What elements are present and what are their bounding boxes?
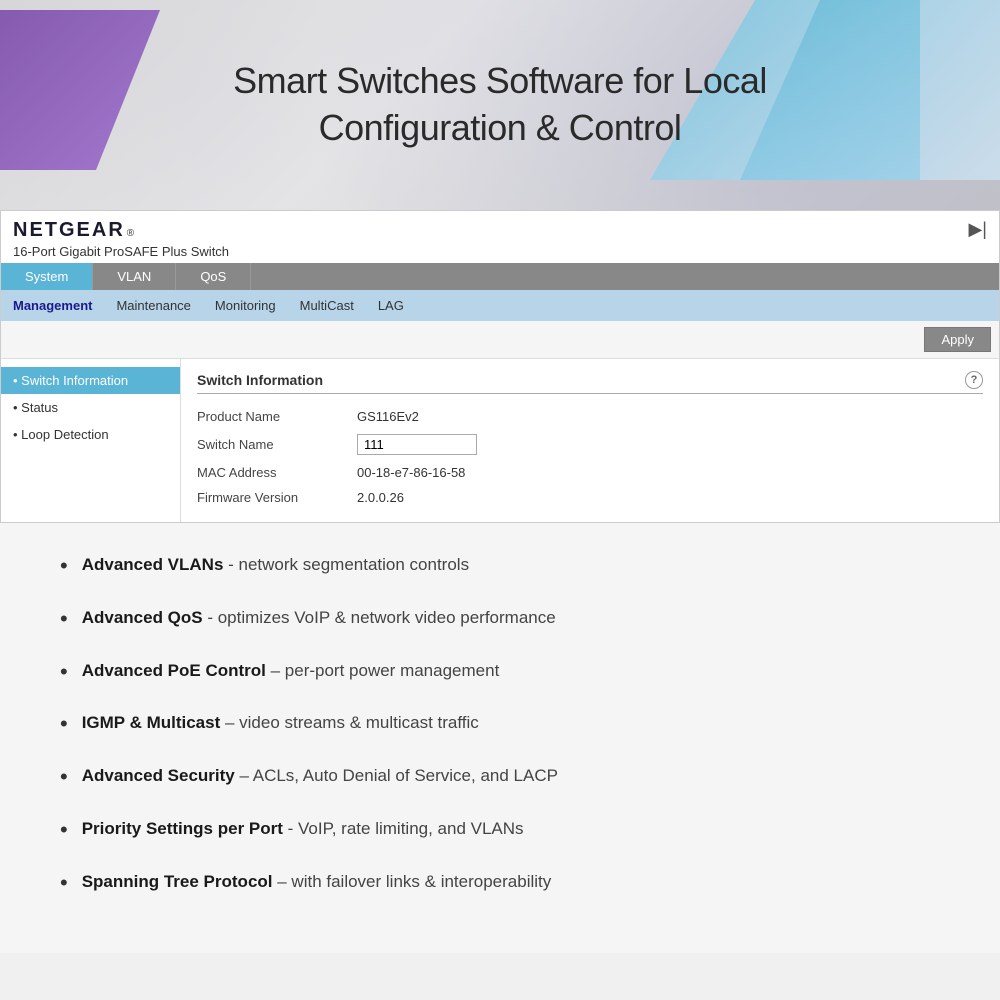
sidebar-item-status[interactable]: Status xyxy=(1,394,180,421)
apply-row: Apply xyxy=(1,321,999,359)
feature-text-0: Advanced VLANs - network segmentation co… xyxy=(82,553,469,577)
feature-bullet-6: • xyxy=(60,868,68,899)
sub-nav-lag[interactable]: LAG xyxy=(366,294,416,317)
sub-nav-maintenance[interactable]: Maintenance xyxy=(104,294,202,317)
mac-address-value: 00-18-e7-86-16-58 xyxy=(357,465,465,480)
nav-tabs: System VLAN QoS xyxy=(1,263,999,290)
feature-text-4: Advanced Security – ACLs, Auto Denial of… xyxy=(82,764,558,788)
left-sidebar: Switch Information Status Loop Detection xyxy=(1,359,181,522)
firmware-version-value: 2.0.0.26 xyxy=(357,490,404,505)
feature-text-6: Spanning Tree Protocol – with failover l… xyxy=(82,870,552,894)
switch-name-label: Switch Name xyxy=(197,437,357,452)
switch-name-input[interactable] xyxy=(357,434,477,455)
feature-bullet-5: • xyxy=(60,815,68,846)
banner-title: Smart Switches Software for Local Config… xyxy=(233,58,767,152)
feature-bullet-3: • xyxy=(60,709,68,740)
netgear-header: NETGEAR® 16-Port Gigabit ProSAFE Plus Sw… xyxy=(1,211,999,263)
top-banner: Smart Switches Software for Local Config… xyxy=(0,0,1000,210)
sub-nav: Management Maintenance Monitoring MultiC… xyxy=(1,290,999,321)
feature-bullet-1: • xyxy=(60,604,68,635)
feature-bullet-0: • xyxy=(60,551,68,582)
nav-tab-vlan[interactable]: VLAN xyxy=(93,263,176,290)
content-area: Switch Information Status Loop Detection… xyxy=(1,359,999,522)
logo-text: NETGEAR xyxy=(13,219,125,242)
feature-item-3: • IGMP & Multicast – video streams & mult… xyxy=(60,711,940,740)
nav-tab-qos[interactable]: QoS xyxy=(176,263,251,290)
nav-tab-spacer xyxy=(251,263,999,290)
info-row-mac-address: MAC Address 00-18-e7-86-16-58 xyxy=(197,460,983,485)
ui-screenshot-area: NETGEAR® 16-Port Gigabit ProSAFE Plus Sw… xyxy=(0,210,1000,523)
help-icon[interactable]: ? xyxy=(965,371,983,389)
logout-icon[interactable]: ▶| xyxy=(968,219,987,240)
sub-nav-monitoring[interactable]: Monitoring xyxy=(203,294,288,317)
sidebar-item-switch-information[interactable]: Switch Information xyxy=(1,367,180,394)
apply-button[interactable]: Apply xyxy=(924,327,991,352)
sidebar-item-loop-detection[interactable]: Loop Detection xyxy=(1,421,180,448)
product-name-label: Product Name xyxy=(197,409,357,424)
feature-item-5: • Priority Settings per Port - VoIP, rate… xyxy=(60,817,940,846)
nav-tab-system[interactable]: System xyxy=(1,263,93,290)
sub-nav-management[interactable]: Management xyxy=(1,294,104,317)
feature-bullet-4: • xyxy=(60,762,68,793)
device-name: 16-Port Gigabit ProSAFE Plus Switch xyxy=(13,244,229,259)
info-table: Product Name GS116Ev2 Switch Name MAC Ad… xyxy=(197,404,983,510)
info-row-product-name: Product Name GS116Ev2 xyxy=(197,404,983,429)
feature-item-0: • Advanced VLANs - network segmentation c… xyxy=(60,553,940,582)
main-content: Switch Information ? Product Name GS116E… xyxy=(181,359,999,522)
logo-reg: ® xyxy=(127,228,134,239)
feature-item-2: • Advanced PoE Control – per-port power m… xyxy=(60,659,940,688)
netgear-logo: NETGEAR® xyxy=(13,219,229,242)
product-name-value: GS116Ev2 xyxy=(357,409,419,424)
feature-text-5: Priority Settings per Port - VoIP, rate … xyxy=(82,817,524,841)
info-row-firmware-version: Firmware Version 2.0.0.26 xyxy=(197,485,983,510)
firmware-version-label: Firmware Version xyxy=(197,490,357,505)
section-title: Switch Information ? xyxy=(197,371,983,394)
feature-item-4: • Advanced Security – ACLs, Auto Denial o… xyxy=(60,764,940,793)
feature-item-6: • Spanning Tree Protocol – with failover … xyxy=(60,870,940,899)
sub-nav-multicast[interactable]: MultiCast xyxy=(288,294,366,317)
decorative-shape-purple xyxy=(0,10,160,170)
mac-address-label: MAC Address xyxy=(197,465,357,480)
feature-item-1: • Advanced QoS - optimizes VoIP & network… xyxy=(60,606,940,635)
feature-bullet-2: • xyxy=(60,657,68,688)
info-row-switch-name: Switch Name xyxy=(197,429,983,460)
feature-text-2: Advanced PoE Control – per-port power ma… xyxy=(82,659,500,683)
feature-text-3: IGMP & Multicast – video streams & multi… xyxy=(82,711,479,735)
feature-text-1: Advanced QoS - optimizes VoIP & network … xyxy=(82,606,556,630)
features-area: • Advanced VLANs - network segmentation c… xyxy=(0,523,1000,953)
